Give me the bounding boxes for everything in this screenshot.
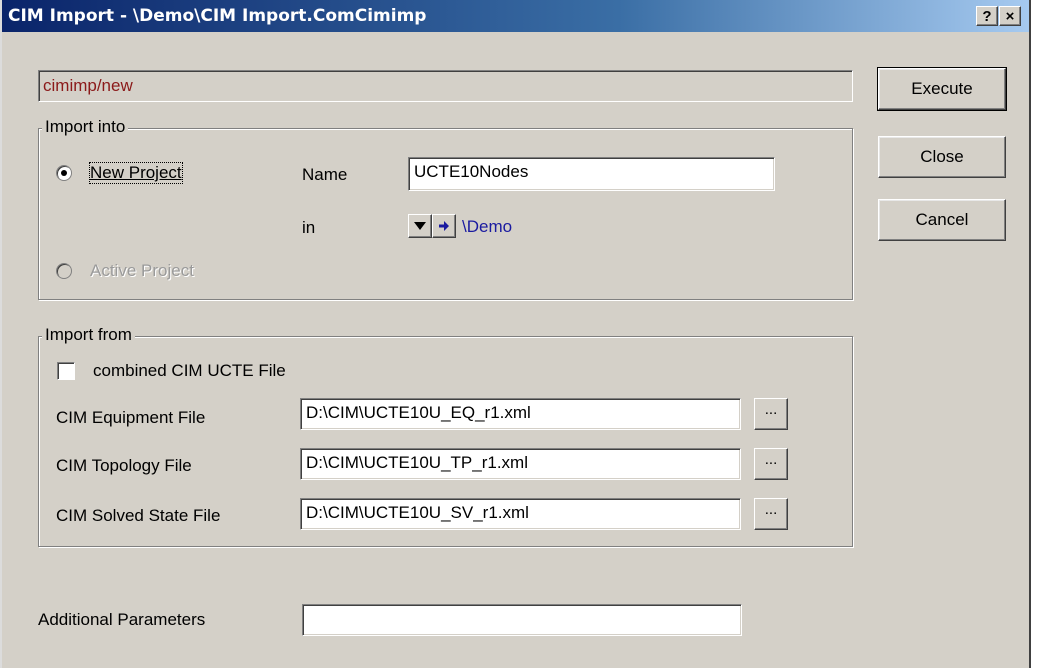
equipment-browse-button[interactable]: ... xyxy=(754,398,788,430)
equipment-file-label: CIM Equipment File xyxy=(56,408,206,427)
title-bar[interactable]: CIM Import - \Demo\CIM Import.ComCimimp … xyxy=(2,0,1029,32)
cancel-button[interactable]: Cancel xyxy=(878,199,1006,241)
chevron-down-icon xyxy=(414,222,426,230)
folder-dropdown-button[interactable] xyxy=(408,214,432,238)
close-button[interactable]: Close xyxy=(878,136,1006,178)
new-project-label[interactable]: New Project xyxy=(89,162,183,184)
additional-parameters-label: Additional Parameters xyxy=(38,610,206,629)
close-window-button[interactable]: × xyxy=(999,6,1021,26)
topology-file-label: CIM Topology File xyxy=(56,456,192,475)
active-project-radio[interactable] xyxy=(56,263,72,279)
radio-selected-dot xyxy=(61,170,67,176)
project-name-input[interactable]: UCTE10Nodes xyxy=(408,157,775,191)
arrow-right-icon xyxy=(439,221,449,231)
jump-to-folder-button[interactable] xyxy=(432,214,456,238)
equipment-file-input[interactable]: D:\CIM\UCTE10U_EQ_r1.xml xyxy=(300,398,741,430)
name-label: Name xyxy=(302,165,348,184)
solved-state-file-label: CIM Solved State File xyxy=(56,506,221,525)
solved-state-file-input[interactable]: D:\CIM\UCTE10U_SV_r1.xml xyxy=(300,498,741,530)
combined-file-label: combined CIM UCTE File xyxy=(93,361,286,380)
target-folder-link[interactable]: \Demo xyxy=(462,217,512,237)
in-label: in xyxy=(302,218,316,237)
combined-file-checkbox[interactable] xyxy=(57,362,75,380)
window-title: CIM Import - \Demo\CIM Import.ComCimimp xyxy=(8,6,427,26)
dialog-window: CIM Import - \Demo\CIM Import.ComCimimp … xyxy=(0,0,1031,668)
topology-file-input[interactable]: D:\CIM\UCTE10U_TP_r1.xml xyxy=(300,448,741,480)
execute-button[interactable]: Execute xyxy=(877,67,1007,111)
import-from-legend: Import from xyxy=(42,325,135,345)
topology-browse-button[interactable]: ... xyxy=(754,448,788,480)
active-project-label: Active Project xyxy=(90,261,194,280)
new-project-radio[interactable] xyxy=(56,165,72,181)
additional-parameters-input[interactable] xyxy=(302,604,742,636)
solved-state-browse-button[interactable]: ... xyxy=(754,498,788,530)
help-button[interactable]: ? xyxy=(976,6,998,26)
command-field: cimimp/new xyxy=(38,70,853,102)
import-into-legend: Import into xyxy=(42,117,129,137)
